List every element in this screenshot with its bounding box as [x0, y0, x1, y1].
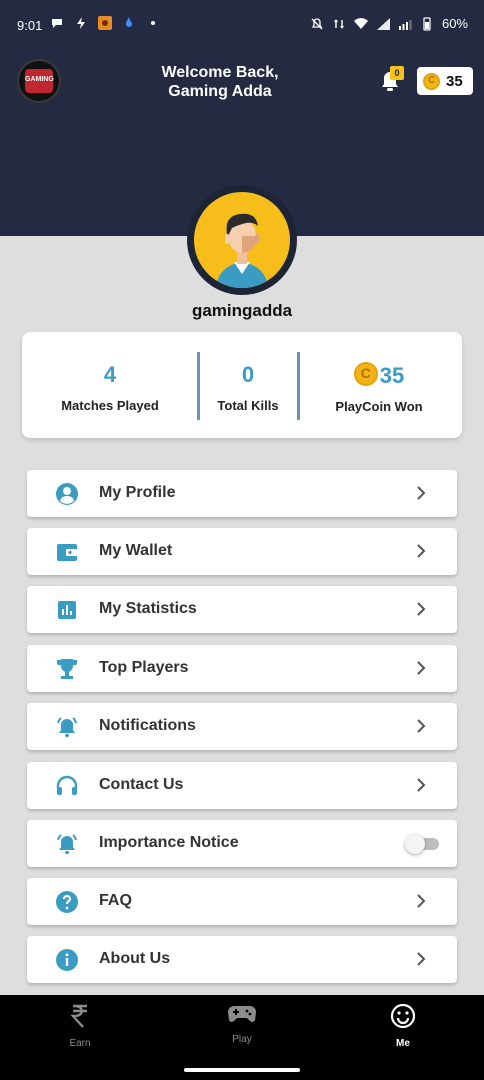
coin-balance[interactable]: 35 — [417, 67, 473, 95]
user-avatar-icon — [216, 213, 268, 288]
welcome-message: Welcome Back, Gaming Adda — [140, 63, 300, 101]
welcome-line1: Welcome Back, — [161, 64, 279, 81]
flame-icon — [126, 17, 132, 27]
app-icon — [98, 16, 112, 30]
welcome-line2: Gaming Adda — [168, 83, 272, 100]
stat-matches-played: 4 Matches Played — [22, 362, 198, 413]
nav-me[interactable]: Me — [363, 1003, 443, 1049]
menu-item-faq[interactable]: FAQ — [27, 878, 457, 925]
logo-text: GAMING — [25, 76, 54, 83]
nav-label: Play — [232, 1034, 252, 1045]
menu-item-top-players[interactable]: Top Players — [27, 645, 457, 692]
help-circle-icon — [56, 891, 78, 913]
chevron-right-icon — [417, 778, 426, 792]
wallet-icon — [57, 544, 77, 561]
coin-icon — [353, 362, 378, 386]
menu-item-about-us[interactable]: About Us — [27, 936, 457, 983]
wifi-icon — [353, 17, 368, 29]
bar-chart-icon — [58, 601, 76, 619]
stat-label: Total Kills — [217, 398, 279, 413]
chevron-right-icon — [417, 544, 426, 558]
mute-icon — [311, 17, 323, 29]
coin-icon — [423, 72, 440, 90]
coin-balance-value: 35 — [446, 72, 463, 90]
info-icon — [56, 949, 78, 971]
status-left-icons — [50, 16, 160, 30]
menu-item-importance-notice: Importance Notice — [27, 820, 457, 867]
smiley-icon — [390, 1003, 416, 1029]
trophy-icon — [57, 659, 77, 679]
status-right-icons: 60% — [310, 16, 468, 31]
nav-earn[interactable]: Earn — [40, 1003, 120, 1049]
headset-icon — [56, 775, 78, 795]
menu-item-label: Contact Us — [99, 776, 184, 793]
signal-2-icon — [398, 19, 412, 30]
nav-play[interactable]: Play — [202, 1003, 282, 1045]
app-logo[interactable]: GAMING — [17, 59, 61, 103]
chevron-right-icon — [417, 719, 426, 733]
toggle-knob — [405, 834, 425, 854]
chevron-right-icon — [417, 952, 426, 966]
battery-icon — [423, 16, 431, 31]
stat-label: PlayCoin Won — [335, 399, 423, 414]
stat-value-row: 35 — [299, 362, 459, 389]
chevron-right-icon — [417, 602, 426, 616]
account-circle-icon — [56, 483, 78, 505]
stat-value: 35 — [379, 363, 405, 388]
menu-item-label: My Profile — [99, 484, 176, 501]
chevron-right-icon — [417, 894, 426, 908]
nav-label: Earn — [69, 1038, 91, 1049]
chevron-right-icon — [417, 486, 426, 500]
menu-item-my-statistics[interactable]: My Statistics — [27, 586, 457, 633]
menu-item-notifications[interactable]: Notifications — [27, 703, 457, 750]
nav-label: Me — [396, 1038, 410, 1049]
stat-total-kills: 0 Total Kills — [198, 362, 298, 413]
status-time: 9:01 — [17, 18, 43, 33]
dot-icon — [151, 21, 155, 25]
bell-ring-icon — [57, 717, 77, 737]
stat-value: 4 — [103, 362, 117, 387]
rupee-icon — [70, 1004, 87, 1028]
menu-item-my-profile[interactable]: My Profile — [27, 470, 457, 517]
menu-item-my-wallet[interactable]: My Wallet — [27, 528, 457, 575]
bell-ring-icon — [57, 834, 77, 854]
menu-item-label: About Us — [99, 950, 171, 967]
menu-item-label: My Statistics — [99, 600, 197, 617]
battery-percent: 60% — [441, 16, 468, 31]
menu-item-contact-us[interactable]: Contact Us — [27, 762, 457, 809]
menu-item-label: FAQ — [99, 892, 132, 909]
menu-item-label: Top Players — [99, 659, 189, 676]
menu-item-label: Importance Notice — [99, 834, 239, 851]
menu-item-label: My Wallet — [99, 542, 173, 559]
username: gamingadda — [191, 301, 293, 320]
stat-value: 0 — [241, 362, 255, 387]
bolt-icon — [77, 17, 85, 29]
gamepad-icon — [228, 1006, 256, 1022]
notification-badge: 0 — [390, 66, 404, 80]
chat-icon — [52, 19, 62, 28]
importance-notice-toggle[interactable] — [405, 834, 439, 854]
stats-card: 4 Matches Played 0 Total Kills 35 PlayCo… — [22, 332, 462, 438]
signal-icon — [376, 17, 390, 30]
stat-playcoin-won: 35 PlayCoin Won — [299, 362, 459, 414]
avatar[interactable] — [194, 192, 290, 288]
home-indicator[interactable] — [184, 1068, 300, 1072]
chevron-right-icon — [417, 661, 426, 675]
menu-item-label: Notifications — [99, 717, 196, 734]
status-bar: 9:01 60% — [0, 0, 484, 52]
stat-label: Matches Played — [61, 398, 159, 413]
data-arrows-icon — [333, 18, 344, 29]
